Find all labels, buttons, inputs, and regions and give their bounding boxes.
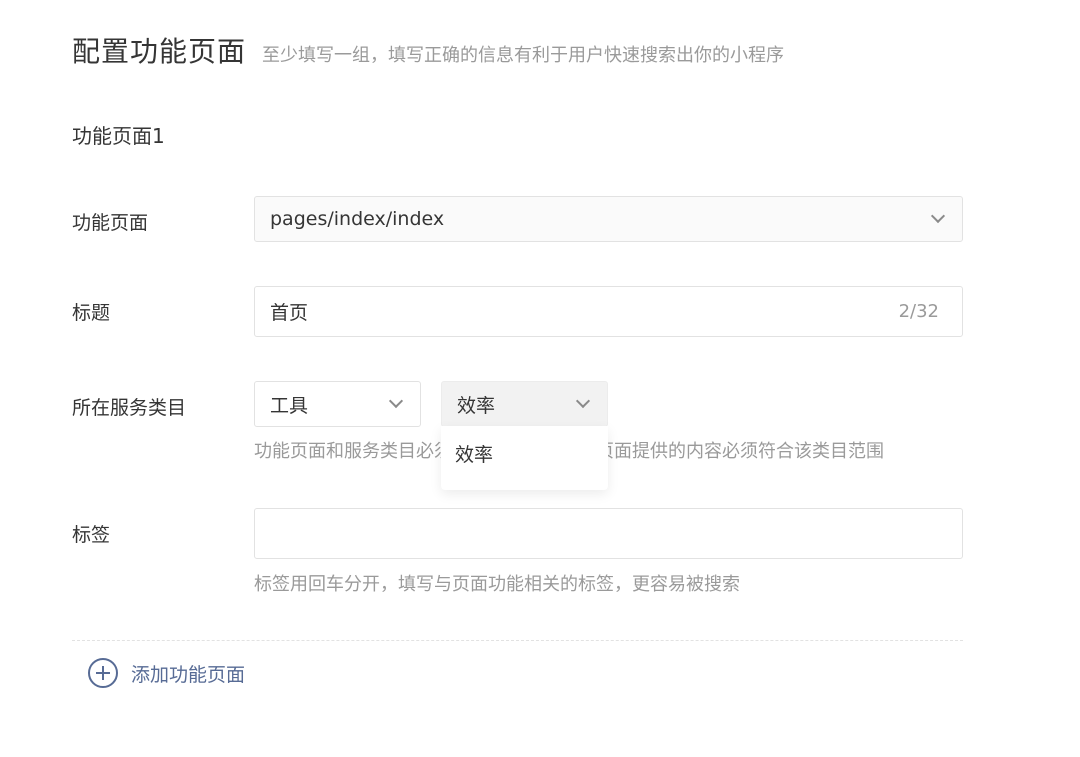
section-divider [72, 640, 963, 641]
plus-circle-icon [88, 658, 118, 688]
page-description: 至少填写一组，填写正确的信息有利于用户快速搜索出你的小程序 [262, 45, 785, 66]
config-page: 配置功能页面 至少填写一组，填写正确的信息有利于用户快速搜索出你的小程序 功能页… [0, 0, 1080, 757]
category-primary-value: 工具 [270, 394, 309, 417]
tags-input[interactable] [254, 508, 963, 559]
add-page-label: 添加功能页面 [131, 663, 246, 686]
section-title: 功能页面1 [72, 124, 165, 148]
page-select[interactable]: pages/index/index [254, 196, 963, 242]
category-dropdown-menu: 效率 [441, 426, 608, 490]
title-input[interactable]: 首页 2/32 [254, 286, 963, 337]
category-primary-select[interactable]: 工具 [254, 381, 421, 427]
page-header: 配置功能页面 至少填写一组，填写正确的信息有利于用户快速搜索出你的小程序 [72, 30, 784, 70]
chevron-down-icon [388, 393, 404, 409]
page-title: 配置功能页面 [72, 35, 247, 68]
tags-help-text: 标签用回车分开，填写与页面功能相关的标签，更容易被搜索 [254, 574, 740, 595]
category-label: 所在服务类目 [72, 397, 187, 419]
add-page-button[interactable]: 添加功能页面 [88, 658, 245, 688]
dropdown-option[interactable]: 效率 [455, 440, 594, 467]
chevron-down-icon [930, 208, 946, 224]
tags-label: 标签 [72, 524, 111, 546]
category-secondary-value: 效率 [457, 394, 496, 417]
page-select-value: pages/index/index [270, 208, 445, 230]
title-char-counter: 2/32 [898, 301, 939, 322]
category-secondary-select[interactable]: 效率 [441, 381, 608, 427]
chevron-down-icon [575, 393, 591, 409]
page-select-label: 功能页面 [72, 212, 149, 234]
title-field-label: 标题 [72, 302, 111, 324]
title-input-value: 首页 [270, 302, 309, 324]
